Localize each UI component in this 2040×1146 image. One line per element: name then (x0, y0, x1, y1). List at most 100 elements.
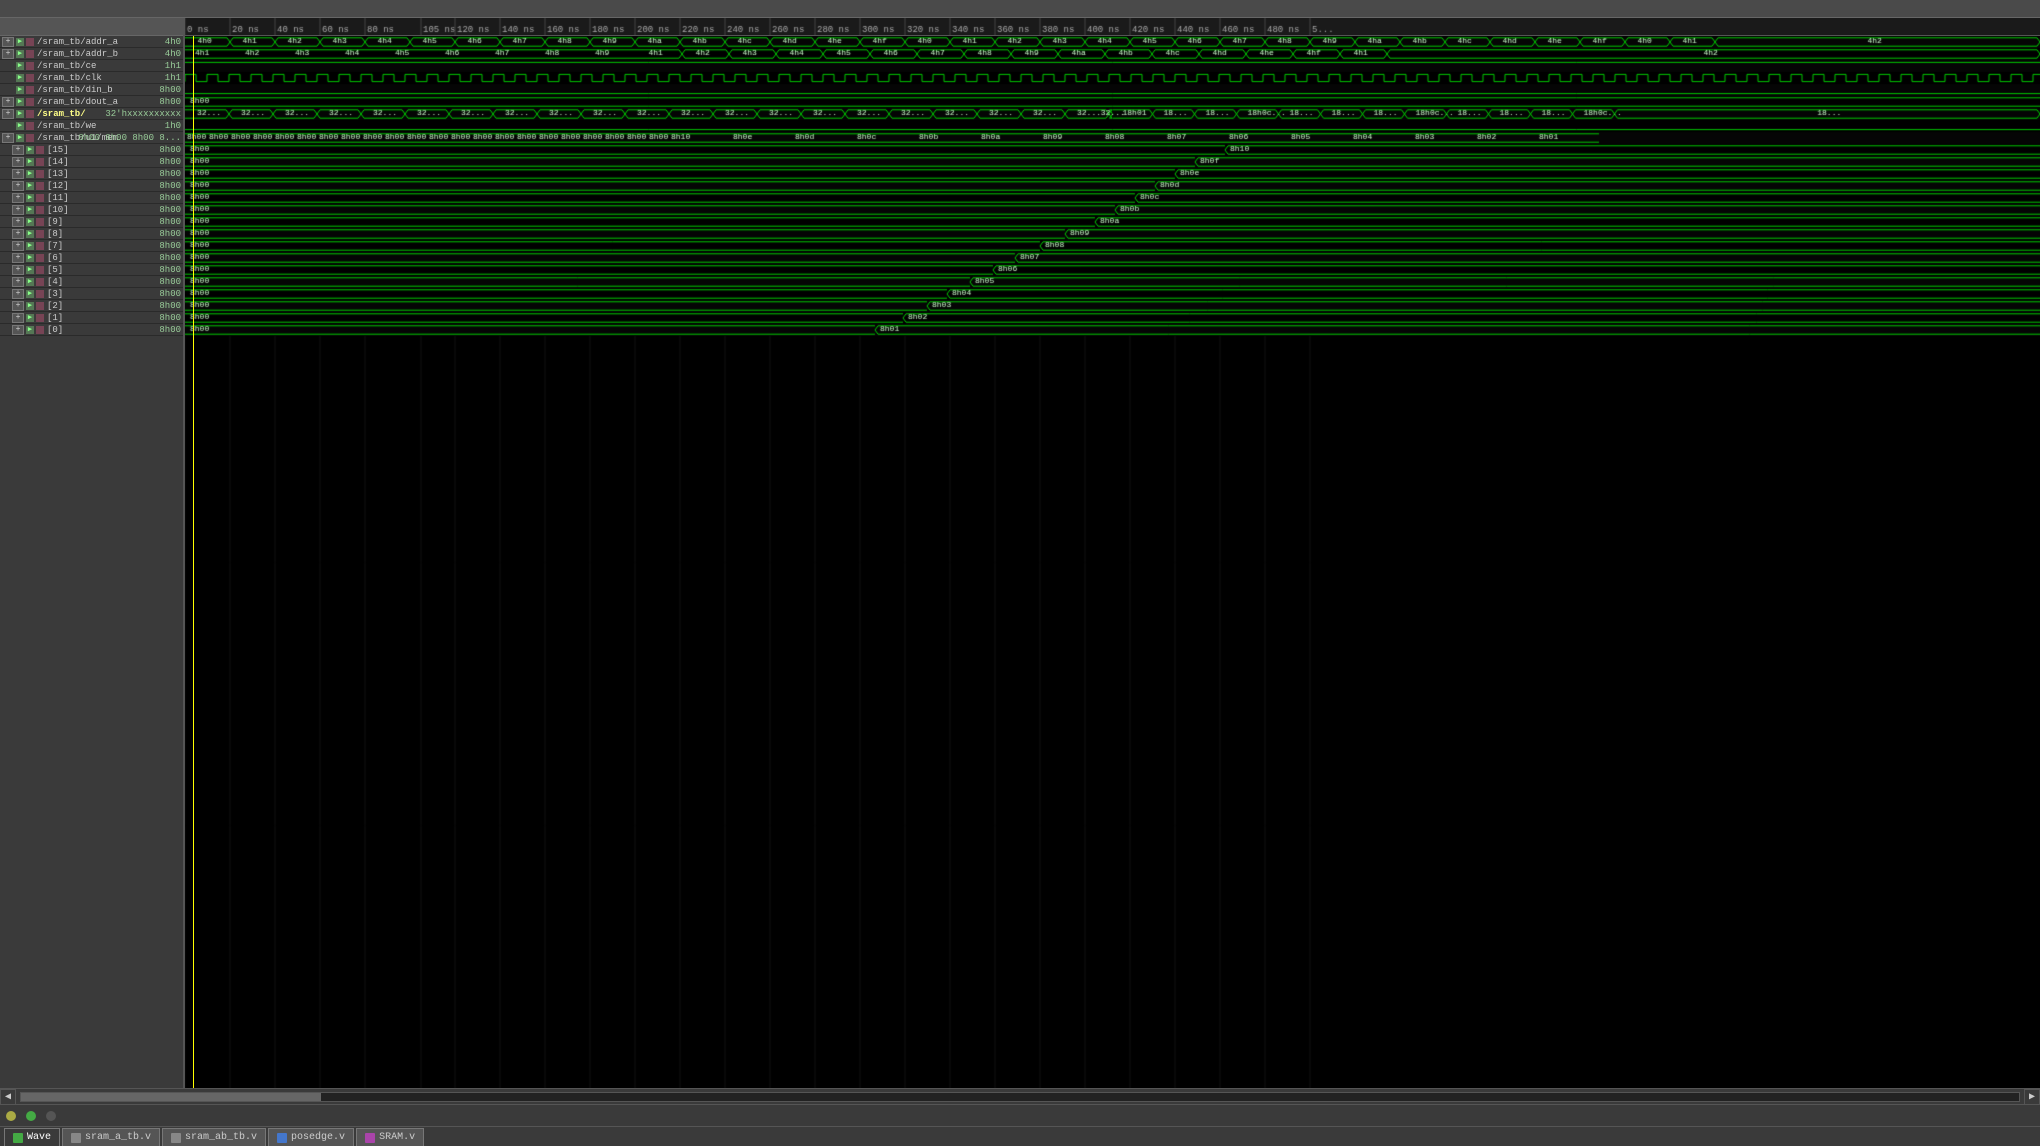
signal-name: [4] (47, 277, 63, 287)
signal-row[interactable]: +▶[1]8h00 (0, 312, 183, 324)
tab-label: sram_a_tb.v (85, 1132, 151, 1143)
expand-icon[interactable]: + (12, 217, 24, 227)
scroll-left-btn[interactable]: ◀ (0, 1089, 16, 1105)
signal-row[interactable]: ▶/sram_tb/ce1h1 (0, 60, 183, 72)
signal-type-icon: ▶ (26, 170, 34, 178)
signal-name: [6] (47, 253, 63, 263)
scroll-area[interactable]: ◀ ▶ (0, 1088, 2040, 1104)
signal-value: 8h00 (159, 169, 181, 179)
signal-type-icon: ▶ (26, 254, 34, 262)
signal-name: /sram_tb/we (37, 121, 96, 131)
signal-row[interactable]: +▶[13]8h00 (0, 168, 183, 180)
signal-row[interactable]: +▶[9]8h00 (0, 216, 183, 228)
signal-type-icon: ▶ (16, 110, 24, 118)
expand-icon[interactable]: + (12, 229, 24, 239)
status-indicator-2 (26, 1111, 36, 1121)
signal-color-icon (26, 86, 34, 94)
signal-row[interactable]: ▶/sram_tb/clk1h1 (0, 72, 183, 84)
expand-icon[interactable]: + (12, 145, 24, 155)
signal-color-icon (36, 146, 44, 154)
signal-row[interactable]: +▶/sram_tb/addr_a4h0 (0, 36, 183, 48)
expand-icon[interactable]: + (12, 325, 24, 335)
time-ruler (185, 18, 2040, 36)
expand-icon[interactable]: + (2, 109, 14, 119)
signal-color-icon (36, 158, 44, 166)
signal-name: [15] (47, 145, 69, 155)
signal-color-icon (26, 110, 34, 118)
tab-label: posedge.v (291, 1132, 345, 1143)
expand-icon[interactable]: + (12, 253, 24, 263)
expand-icon[interactable]: + (2, 37, 14, 47)
signal-row[interactable]: +▶[7]8h00 (0, 240, 183, 252)
signal-value: 1h1 (165, 73, 181, 83)
expand-icon[interactable]: + (2, 49, 14, 59)
signal-type-icon: ▶ (16, 62, 24, 70)
expand-icon[interactable]: + (12, 205, 24, 215)
signal-value: 8h00 (159, 217, 181, 227)
signal-row[interactable]: +▶[15]8h00 (0, 144, 183, 156)
expand-icon[interactable]: + (12, 277, 24, 287)
signal-row[interactable]: ▶/sram_tb/din_b8h00 (0, 84, 183, 96)
signal-row[interactable]: +▶[5]8h00 (0, 264, 183, 276)
signal-panel-header (0, 18, 183, 36)
signal-color-icon (26, 50, 34, 58)
signal-name: /sram_tb/dout_a (37, 97, 118, 107)
signal-value: 4h0 (165, 37, 181, 47)
signal-name: [3] (47, 289, 63, 299)
waveform-canvas (185, 36, 2040, 1088)
tab-sram_a_tb-v[interactable]: sram_a_tb.v (62, 1128, 160, 1146)
scroll-track[interactable] (20, 1092, 2020, 1102)
signal-color-icon (36, 290, 44, 298)
signal-color-icon (26, 122, 34, 130)
signal-color-icon (36, 278, 44, 286)
tab-SRAM-v[interactable]: SRAM.v (356, 1128, 424, 1146)
expand-icon[interactable]: + (12, 193, 24, 203)
expand-icon[interactable]: + (12, 289, 24, 299)
expand-icon[interactable]: + (12, 241, 24, 251)
signal-row[interactable]: +▶[4]8h00 (0, 276, 183, 288)
expand-icon[interactable]: + (12, 313, 24, 323)
expand-icon[interactable]: + (12, 301, 24, 311)
tab-sram_ab_tb-v[interactable]: sram_ab_tb.v (162, 1128, 266, 1146)
signal-row[interactable]: +▶/sram_tb/32'hxxxxxxxxxx (0, 108, 183, 120)
tab-icon (277, 1133, 287, 1143)
expand-icon[interactable]: + (12, 157, 24, 167)
signal-row[interactable]: +▶/sram_tb/u1/mem8h00 8h00 8h00 8... (0, 132, 183, 144)
tab-posedge-v[interactable]: posedge.v (268, 1128, 354, 1146)
expand-icon[interactable]: + (12, 265, 24, 275)
signal-row[interactable]: +▶/sram_tb/dout_a8h00 (0, 96, 183, 108)
signal-type-icon: ▶ (16, 74, 24, 82)
scroll-right-btn[interactable]: ▶ (2024, 1089, 2040, 1105)
signal-row[interactable]: +▶[3]8h00 (0, 288, 183, 300)
signal-panel: +▶/sram_tb/addr_a4h0+▶/sram_tb/addr_b4h0… (0, 18, 185, 1088)
status-indicator-3 (46, 1111, 56, 1121)
signal-row[interactable]: +▶[10]8h00 (0, 204, 183, 216)
signal-color-icon (26, 98, 34, 106)
signal-value: 8h00 (159, 289, 181, 299)
tab-Wave[interactable]: Wave (4, 1128, 60, 1146)
signal-row[interactable]: +▶[6]8h00 (0, 252, 183, 264)
signal-row[interactable]: ▶/sram_tb/we1h0 (0, 120, 183, 132)
signal-value: 8h00 (159, 265, 181, 275)
signal-name: /sram_tb/addr_b (37, 49, 118, 59)
signal-type-icon: ▶ (16, 98, 24, 106)
signal-row[interactable]: +▶[12]8h00 (0, 180, 183, 192)
signal-row[interactable]: +▶[2]8h00 (0, 300, 183, 312)
waveform-canvas-area[interactable] (185, 36, 2040, 1088)
signal-name: [2] (47, 301, 63, 311)
signal-color-icon (26, 134, 34, 142)
signal-row[interactable]: +▶[11]8h00 (0, 192, 183, 204)
signal-type-icon: ▶ (26, 182, 34, 190)
waveform-panel[interactable] (185, 18, 2040, 1088)
signal-row[interactable]: +▶[8]8h00 (0, 228, 183, 240)
expand-icon[interactable]: + (12, 169, 24, 179)
tab-bar: Wave sram_a_tb.v sram_ab_tb.v posedge.v SRAM… (0, 1126, 2040, 1146)
expand-icon[interactable]: + (2, 97, 14, 107)
expand-icon[interactable]: + (12, 181, 24, 191)
expand-icon[interactable]: + (2, 133, 14, 143)
scroll-thumb[interactable] (21, 1093, 321, 1101)
signal-row[interactable]: +▶[0]8h00 (0, 324, 183, 336)
signal-row[interactable]: +▶[14]8h00 (0, 156, 183, 168)
signal-name: [11] (47, 193, 69, 203)
signal-row[interactable]: +▶/sram_tb/addr_b4h0 (0, 48, 183, 60)
